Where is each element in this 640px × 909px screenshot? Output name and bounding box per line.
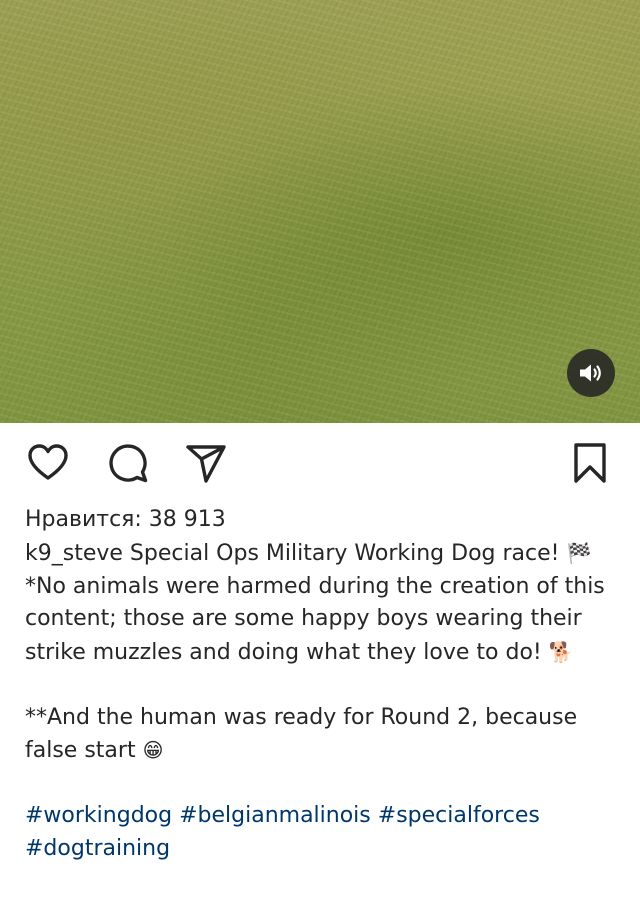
hashtag-link[interactable]: #dogtraining [25, 836, 170, 861]
bookmark-icon [574, 443, 606, 483]
post-video[interactable] [0, 0, 640, 423]
grin-emoji: 😁 [142, 738, 164, 762]
like-button[interactable] [26, 441, 70, 485]
post-caption: k9_steve Special Ops Military Working Do… [25, 537, 625, 865]
heart-icon [28, 444, 68, 480]
share-button[interactable] [184, 441, 228, 485]
dog-emoji: 🐕 [548, 639, 574, 664]
speaker-icon [580, 364, 601, 382]
caption-paragraph-1: *No animals were harmed during the creat… [25, 573, 605, 665]
post-action-bar [0, 423, 640, 503]
hashtag-link[interactable]: #workingdog [25, 803, 172, 828]
caption-text: Special Ops Military Working Dog race! [129, 541, 560, 566]
sound-toggle-button[interactable] [567, 349, 615, 397]
save-button[interactable] [568, 441, 612, 485]
caption-paragraph-2: **And the human was ready for Round 2, b… [25, 704, 578, 764]
author-username[interactable]: k9_steve [25, 541, 123, 566]
hashtag-link[interactable]: #specialforces [378, 803, 540, 828]
checkered-flag-emoji: 🏁 [566, 541, 592, 565]
likes-count[interactable]: Нравится: 38 913 [25, 505, 226, 535]
comment-button[interactable] [106, 441, 150, 485]
hashtag-link[interactable]: #belgianmalinois [179, 803, 371, 828]
comment-bubble-icon [109, 444, 148, 483]
paper-plane-icon [186, 445, 226, 483]
